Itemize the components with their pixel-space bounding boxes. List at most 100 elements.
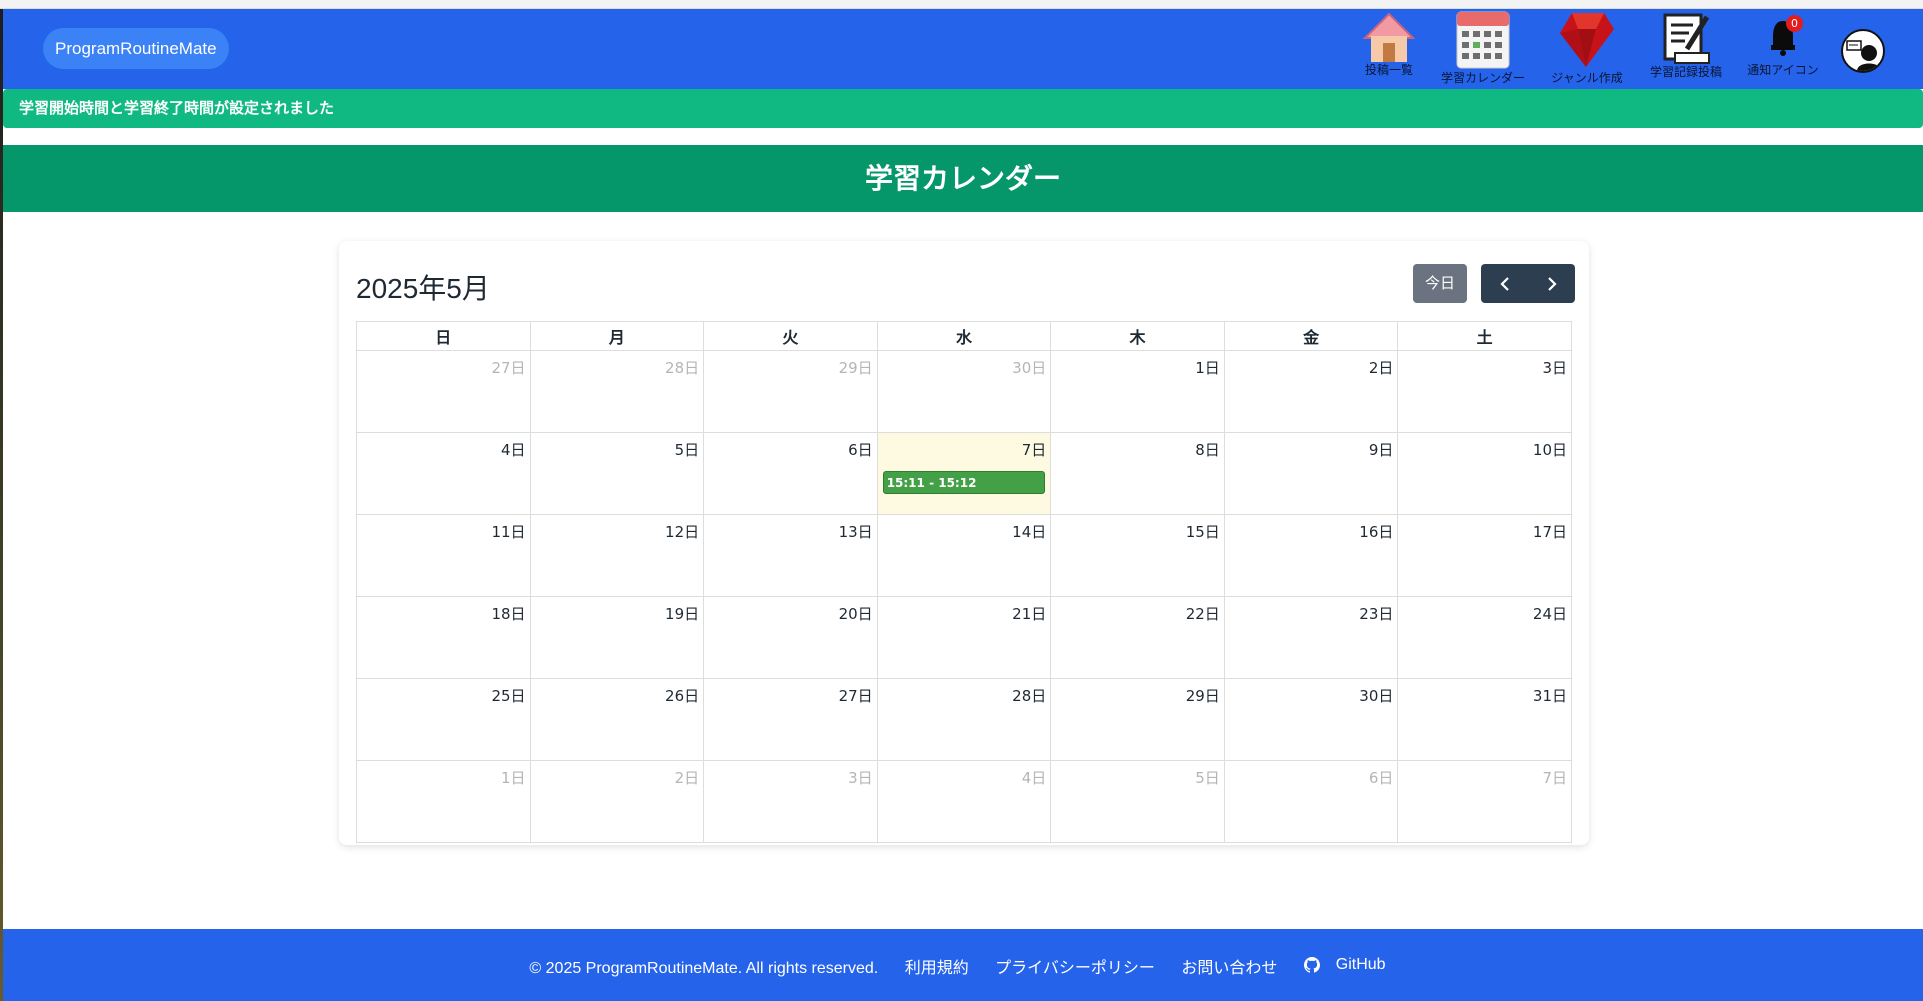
calendar-day-cell[interactable]: 7日 15:11 - 15:12 [876, 432, 1052, 515]
calendar-day-cell[interactable]: 4日 [876, 760, 1052, 843]
today-button[interactable]: 今日 [1413, 264, 1467, 303]
nav-genre[interactable]: ジャンル作成 [1541, 9, 1633, 86]
avatar[interactable] [1841, 29, 1885, 73]
day-number: 21日 [1012, 605, 1047, 623]
day-number: 4日 [1021, 769, 1047, 787]
calendar-day-cell[interactable]: 22日 [1050, 596, 1225, 679]
calendar-week-row: 11日 12日 13日 14日 15日 16日 17日 [356, 514, 1572, 597]
calendar-day-cell[interactable]: 30日 [1223, 678, 1399, 761]
calendar-day-cell[interactable]: 3日 [1397, 350, 1572, 433]
day-number: 29日 [838, 359, 873, 377]
day-number: 11日 [491, 523, 526, 541]
calendar-day-cell[interactable]: 4日 [356, 432, 531, 515]
notification-badge: 0 [1786, 15, 1803, 32]
next-month-button[interactable] [1528, 264, 1575, 303]
day-number: 12日 [665, 523, 700, 541]
calendar-day-cell[interactable]: 24日 [1397, 596, 1572, 679]
day-number: 7日 [1542, 769, 1567, 787]
browser-top-strip [0, 0, 1923, 9]
calendar-day-cell[interactable]: 28日 [876, 678, 1052, 761]
day-number: 3日 [1542, 359, 1567, 377]
weekday-header: 日 [356, 321, 531, 351]
calendar-day-cell[interactable]: 29日 [703, 350, 878, 433]
calendar-day-cell[interactable]: 9日 [1223, 432, 1399, 515]
day-number: 30日 [1012, 359, 1047, 377]
day-number: 15日 [1185, 523, 1220, 541]
github-link[interactable]: GitHub [1303, 929, 1397, 1001]
calendar-day-cell[interactable]: 2日 [1223, 350, 1399, 433]
calendar-day-cell[interactable]: 11日 [356, 514, 531, 597]
month-nav [1481, 264, 1575, 303]
calendar-day-cell[interactable]: 5日 [1050, 760, 1225, 843]
calendar-day-cell[interactable]: 27日 [703, 678, 878, 761]
calendar-day-cell[interactable]: 19日 [529, 596, 705, 679]
prev-month-button[interactable] [1481, 264, 1528, 303]
github-icon [1303, 957, 1320, 973]
day-number: 10日 [1532, 441, 1567, 459]
day-number: 29日 [1185, 687, 1220, 705]
calendar-day-cell[interactable]: 16日 [1223, 514, 1399, 597]
nav-notifications-label: 通知アイコン [1747, 63, 1819, 77]
calendar-icon [1456, 11, 1510, 69]
calendar-day-cell[interactable]: 7日 [1397, 760, 1572, 843]
calendar-day-cell[interactable]: 27日 [356, 350, 531, 433]
day-number: 2日 [1368, 359, 1394, 377]
calendar-day-cell[interactable]: 1日 [356, 760, 531, 843]
calendar-day-cell[interactable]: 8日 [1050, 432, 1225, 515]
calendar-day-cell[interactable]: 18日 [356, 596, 531, 679]
calendar-day-cell[interactable]: 31日 [1397, 678, 1572, 761]
calendar-week-row: 4日 5日 6日 7日 15:11 - 15:12 8日 9日 10日 [356, 432, 1572, 515]
calendar-day-cell[interactable]: 15日 [1050, 514, 1225, 597]
calendar-day-cell[interactable]: 26日 [529, 678, 705, 761]
notepad-pen-icon [1663, 13, 1710, 64]
calendar-day-cell[interactable]: 5日 [529, 432, 705, 515]
calendar-day-cell[interactable]: 14日 [876, 514, 1052, 597]
day-number: 25日 [491, 687, 526, 705]
brand-link[interactable]: ProgramRoutineMate [43, 28, 229, 69]
calendar-day-cell[interactable]: 20日 [703, 596, 878, 679]
page-title: 学習カレンダー [3, 145, 1923, 212]
terms-link[interactable]: 利用規約 [905, 960, 969, 977]
contact-link[interactable]: お問い合わせ [1181, 960, 1277, 977]
day-number: 14日 [1012, 523, 1047, 541]
nav-study-record[interactable]: 学習記録投稿 [1641, 9, 1731, 80]
house-icon [1362, 12, 1416, 62]
calendar-day-cell[interactable]: 13日 [703, 514, 878, 597]
day-number: 17日 [1532, 523, 1567, 541]
day-number: 20日 [838, 605, 873, 623]
calendar-day-cell[interactable]: 1日 [1050, 350, 1225, 433]
nav-calendar[interactable]: 学習カレンダー [1433, 9, 1533, 86]
calendar-card: 2025年5月 今日 日月火水木金土 27日 28日 29日 30日 1日 2日 3日 4日 5… [339, 241, 1589, 845]
weekday-header: 火 [703, 321, 878, 351]
calendar-day-cell[interactable]: 30日 [876, 350, 1052, 433]
calendar-day-cell[interactable]: 25日 [356, 678, 531, 761]
nav-genre-label: ジャンル作成 [1551, 71, 1623, 85]
calendar-event[interactable]: 15:11 - 15:12 [882, 471, 1046, 494]
calendar-day-cell[interactable]: 2日 [529, 760, 705, 843]
calendar-day-cell[interactable]: 17日 [1397, 514, 1572, 597]
calendar-day-cell[interactable]: 3日 [703, 760, 878, 843]
ruby-gem-icon [1560, 13, 1614, 67]
calendar-day-cell[interactable]: 6日 [1223, 760, 1399, 843]
calendar-day-cell[interactable]: 10日 [1397, 432, 1572, 515]
calendar-grid: 日月火水木金土 27日 28日 29日 30日 1日 2日 3日 4日 5日 6日 7日 15:11 … [356, 321, 1572, 843]
calendar-day-cell[interactable]: 6日 [703, 432, 878, 515]
calendar-day-cell[interactable]: 28日 [529, 350, 705, 433]
calendar-day-cell[interactable]: 23日 [1223, 596, 1399, 679]
nav-posts-label: 投稿一覧 [1364, 63, 1413, 77]
calendar-day-cell[interactable]: 12日 [529, 514, 705, 597]
calendar-day-cell[interactable]: 21日 [876, 596, 1052, 679]
nav-posts[interactable]: 投稿一覧 [1354, 9, 1424, 78]
day-number: 30日 [1359, 687, 1394, 705]
chevron-right-icon [1547, 276, 1557, 291]
flash-message: 学習開始時間と学習終了時間が設定されました [3, 89, 1923, 128]
day-number: 19日 [665, 605, 700, 623]
calendar-day-cell[interactable]: 29日 [1050, 678, 1225, 761]
day-number: 24日 [1532, 605, 1567, 623]
page: ProgramRoutineMate 投稿一覧 学習カレンダー ジャンル作成 学… [3, 9, 1923, 1001]
chevron-left-icon [1499, 276, 1509, 291]
nav-notifications[interactable]: 0 通知アイコン [1738, 9, 1828, 78]
weekday-header: 月 [529, 321, 705, 351]
privacy-link[interactable]: プライバシーポリシー [995, 960, 1155, 977]
day-number: 1日 [1195, 359, 1220, 377]
